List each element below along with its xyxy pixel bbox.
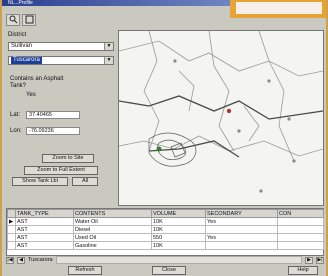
table-cell[interactable]: 10K bbox=[151, 241, 206, 250]
table-cell[interactable]: Diesel bbox=[73, 225, 152, 234]
table-cell[interactable]: Yes bbox=[205, 217, 278, 226]
record-scrollbar[interactable] bbox=[55, 256, 302, 264]
table-cell[interactable]: Water Oil bbox=[73, 217, 152, 226]
row-selector[interactable] bbox=[7, 241, 16, 250]
table-cell[interactable]: AST bbox=[15, 233, 74, 242]
record-navigator: |◀ ◀ Tuscarora ▶ ▶| bbox=[6, 256, 324, 264]
table-cell[interactable] bbox=[277, 225, 324, 234]
all-button[interactable]: All bbox=[72, 177, 98, 186]
table-row[interactable]: AST Gasoline 10K bbox=[7, 241, 324, 250]
help-button[interactable]: Help bbox=[288, 266, 318, 275]
app-window: NL...Profile District Sullivan ▼ Tuscaro… bbox=[2, 0, 326, 276]
table-cell[interactable]: Gasoline bbox=[73, 241, 152, 250]
first-record-icon[interactable]: |◀ bbox=[6, 256, 14, 264]
map-view[interactable] bbox=[118, 30, 324, 206]
show-tank-labels-button[interactable]: Show Tank Lbl bbox=[12, 177, 68, 186]
row-selector[interactable] bbox=[7, 225, 16, 234]
table-cell[interactable] bbox=[277, 241, 324, 250]
zoom-tool-button[interactable] bbox=[6, 14, 20, 26]
table-cell[interactable]: AST bbox=[15, 217, 74, 226]
table-header-row: TANK_TYPE CONTENTS VOLUME SECONDARY CON bbox=[7, 209, 324, 218]
magnifier-icon bbox=[9, 15, 18, 26]
table-row[interactable]: AST Diesel 10K bbox=[7, 225, 324, 234]
row-selector[interactable] bbox=[7, 233, 16, 242]
column-header[interactable]: SECONDARY bbox=[205, 209, 278, 218]
previous-record-icon[interactable]: ◀ bbox=[17, 256, 25, 264]
pan-tool-button[interactable] bbox=[22, 14, 36, 26]
site-select-value: Tuscarora bbox=[11, 57, 42, 64]
table-cell[interactable] bbox=[205, 241, 278, 250]
lon-label: Lon: bbox=[10, 128, 22, 134]
lon-value: -76.09236 bbox=[26, 127, 80, 135]
square-icon bbox=[25, 15, 34, 26]
district-label: District bbox=[8, 32, 27, 38]
column-header[interactable]: CONTENTS bbox=[73, 209, 152, 218]
table-cell[interactable]: AST bbox=[15, 241, 74, 250]
table-cell[interactable]: Yes bbox=[205, 233, 278, 242]
table-cell[interactable]: Used Oil bbox=[73, 233, 152, 242]
table-cell[interactable] bbox=[277, 233, 324, 242]
asphalt-tank-answer: Yes bbox=[26, 92, 36, 98]
last-record-icon[interactable]: ▶| bbox=[316, 256, 324, 264]
close-button[interactable]: Close bbox=[152, 266, 186, 275]
chevron-down-icon[interactable]: ▼ bbox=[104, 43, 113, 50]
column-header[interactable] bbox=[7, 209, 16, 218]
district-select[interactable]: Sullivan ▼ bbox=[8, 42, 114, 51]
table-cell[interactable]: 10K bbox=[151, 217, 206, 226]
column-header[interactable]: VOLUME bbox=[151, 209, 206, 218]
table-cell[interactable]: AST bbox=[15, 225, 74, 234]
column-header[interactable]: CON bbox=[277, 209, 324, 218]
chevron-down-icon[interactable]: ▼ bbox=[104, 57, 113, 64]
site-select[interactable]: Tuscarora ▼ bbox=[8, 56, 114, 65]
table-row[interactable]: ▶ AST Water Oil 10K Yes bbox=[7, 217, 324, 226]
left-panel: District Sullivan ▼ Tuscarora ▼ Contains… bbox=[8, 30, 116, 206]
map-canvas[interactable] bbox=[118, 30, 324, 205]
asphalt-tank-question: Contains an Asphalt Tank? bbox=[10, 76, 64, 89]
table-cell[interactable] bbox=[205, 225, 278, 234]
decorative-strip bbox=[230, 0, 326, 18]
lat-label: Lat: bbox=[10, 112, 21, 118]
tank-table: TANK_TYPE CONTENTS VOLUME SECONDARY CON … bbox=[6, 208, 324, 256]
refresh-button[interactable]: Refresh bbox=[68, 266, 102, 275]
district-select-value: Sullivan bbox=[11, 43, 33, 49]
toolbar bbox=[6, 14, 36, 26]
lat-value: 37.40465 bbox=[26, 111, 80, 119]
row-selector[interactable]: ▶ bbox=[7, 217, 16, 226]
next-record-icon[interactable]: ▶ bbox=[305, 256, 313, 264]
zoom-full-extent-button[interactable]: Zoom to Full Extent bbox=[24, 166, 98, 175]
table-cell[interactable] bbox=[277, 217, 324, 226]
table-cell[interactable]: 10K bbox=[151, 225, 206, 234]
bottom-button-bar: Refresh Close Help bbox=[2, 266, 326, 276]
decorative-strip-inner bbox=[236, 2, 322, 14]
record-navigator-value: Tuscarora bbox=[28, 257, 53, 263]
table-row[interactable]: AST Used Oil 550 Yes bbox=[7, 233, 324, 242]
table-cell[interactable]: 550 bbox=[151, 233, 206, 242]
zoom-to-site-button[interactable]: Zoom to Site bbox=[42, 154, 94, 163]
column-header[interactable]: TANK_TYPE bbox=[15, 209, 74, 218]
